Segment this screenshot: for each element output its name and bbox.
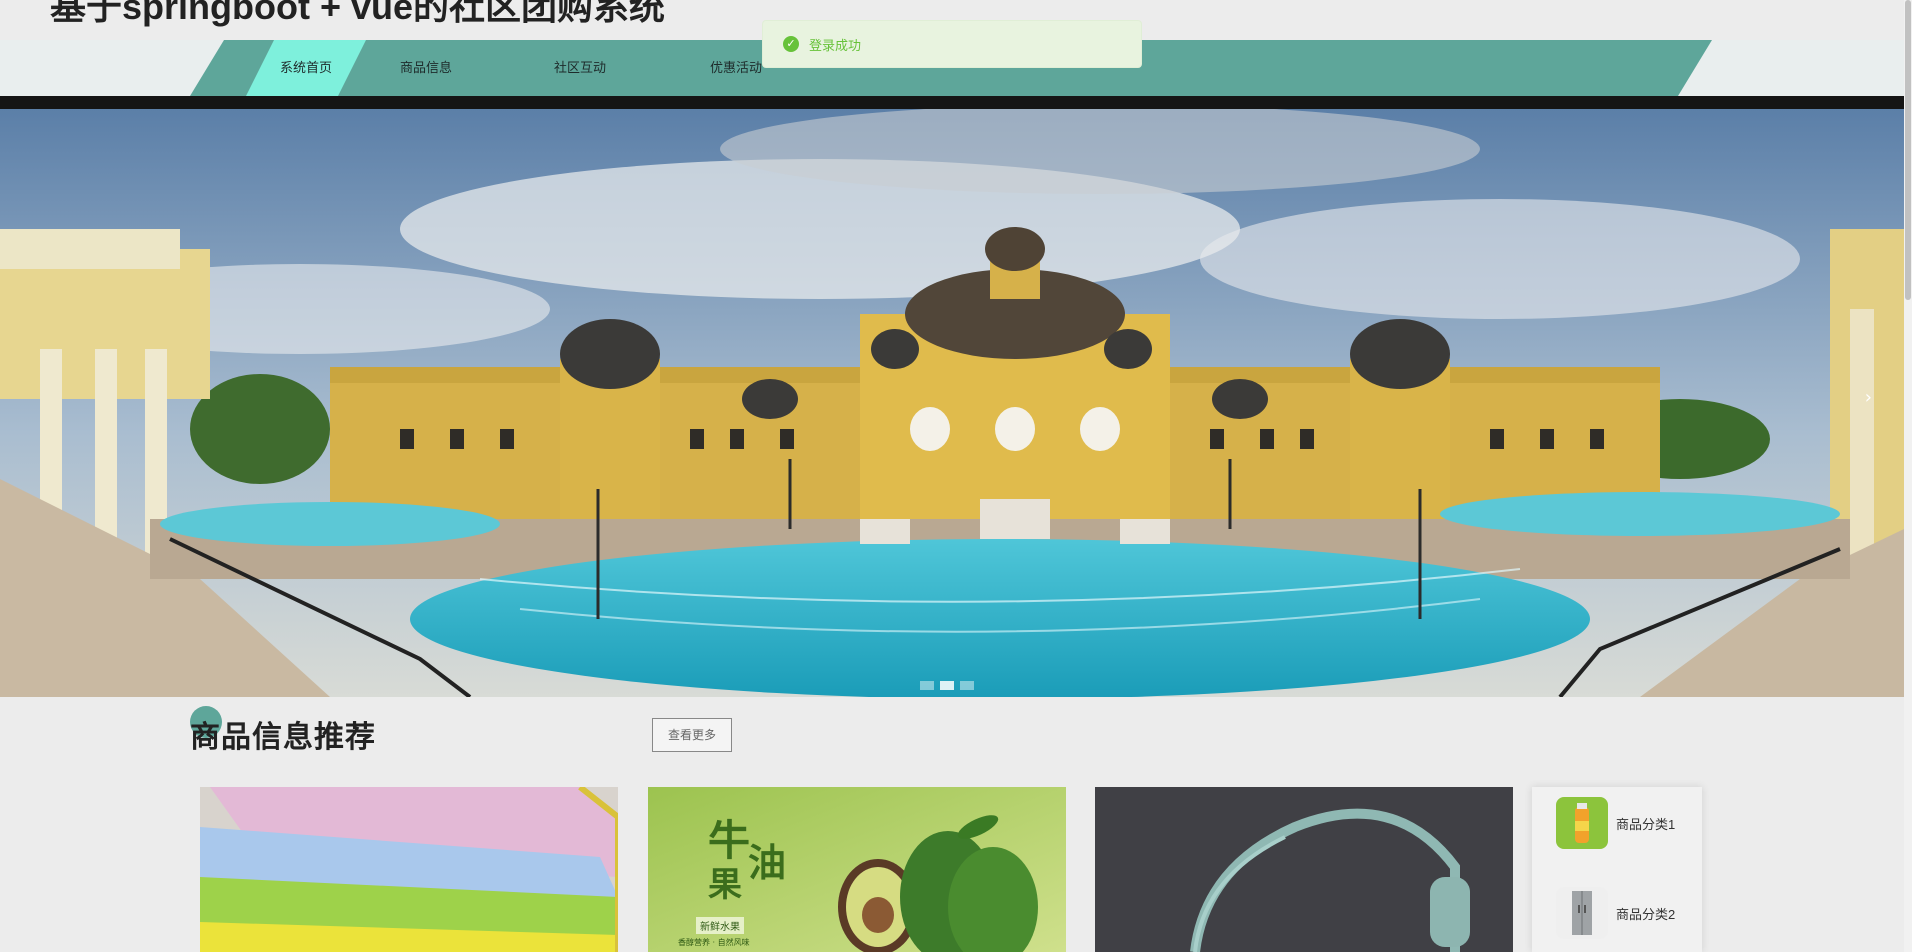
category-item-1[interactable]: 商品分类1: [1556, 795, 1675, 851]
chevron-right-icon[interactable]: ›: [1865, 387, 1872, 408]
refrigerator-icon: [1556, 887, 1608, 939]
section-title: 商品信息推荐: [190, 720, 376, 755]
banner-carousel[interactable]: ›: [0, 109, 1904, 697]
carousel-dot[interactable]: [960, 681, 974, 690]
product-card-avocado[interactable]: 牛 油 果 新鲜水果 香醇营养 · 自然风味: [648, 787, 1066, 952]
avocado-tag: 新鲜水果: [696, 917, 744, 934]
category-label: 商品分类1: [1616, 816, 1676, 832]
carousel-indicators: [920, 681, 974, 690]
nav-item-products[interactable]: 商品信息: [376, 40, 476, 96]
toast-message: 登录成功: [809, 37, 862, 53]
carousel-dot[interactable]: [940, 681, 954, 690]
avocado-subtitle: 香醇营养 · 自然风味: [678, 938, 750, 947]
success-check-icon: ✓: [783, 36, 799, 52]
login-success-toast: ✓ 登录成功: [762, 20, 1142, 68]
avocado-title-char-3: 果: [708, 865, 742, 905]
category-label: 商品分类2: [1616, 906, 1676, 922]
product-card-towels[interactable]: [200, 787, 618, 952]
product-card-headphones[interactable]: [1095, 787, 1513, 952]
nav-divider-bar: [0, 96, 1904, 109]
page-scrollbar[interactable]: [1904, 0, 1912, 952]
category-item-2[interactable]: 商品分类2: [1556, 885, 1675, 941]
nav-item-community[interactable]: 社区互动: [530, 40, 630, 96]
site-title: 基于springboot + vue的社区团购系统: [50, 0, 666, 27]
juice-bottle-icon: [1556, 797, 1608, 849]
view-more-button[interactable]: 查看更多: [652, 718, 732, 752]
category-panel: 商品分类1 商品分类2: [1532, 787, 1702, 952]
banner-image: [0, 109, 1904, 697]
product-image-headphones: [1095, 787, 1513, 952]
carousel-dot[interactable]: [920, 681, 934, 690]
scrollbar-thumb[interactable]: [1905, 0, 1911, 300]
product-image-towels: [200, 787, 618, 952]
avocado-title-char-2: 油: [748, 840, 787, 885]
